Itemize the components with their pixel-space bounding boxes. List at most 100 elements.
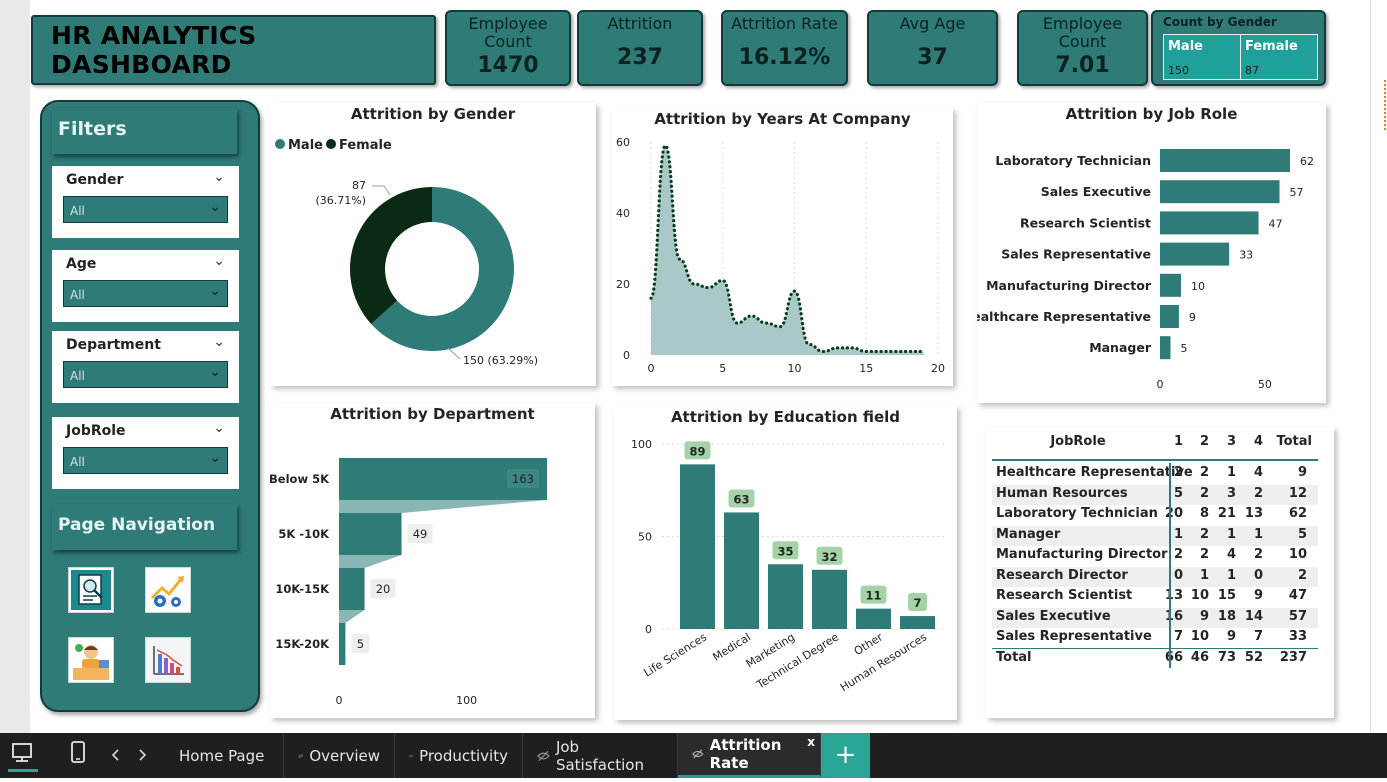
- data-label: 20: [376, 582, 391, 596]
- nav-button-attrition-rate[interactable]: [145, 637, 191, 683]
- column-header: 1: [1158, 434, 1183, 449]
- column-header: 2: [1184, 434, 1209, 449]
- chevron-down-icon[interactable]: ⌄: [213, 253, 225, 269]
- department-dropdown[interactable]: All ⌄: [63, 361, 228, 388]
- area-fill: [651, 146, 924, 355]
- chevron-down-icon: ⌄: [209, 450, 221, 466]
- desktop-view-button[interactable]: [0, 733, 42, 778]
- data-label: 33: [1239, 249, 1253, 262]
- funnel-connector: [339, 555, 402, 568]
- add-page-button[interactable]: +: [821, 733, 870, 778]
- age-dropdown[interactable]: All ⌄: [63, 280, 228, 307]
- dropdown-value: All: [70, 369, 85, 383]
- kpi-attrition-rate[interactable]: Attrition Rate 16.12%: [721, 10, 848, 86]
- attrition-by-education-card[interactable]: Attrition by Education field 10050089Lif…: [614, 406, 957, 720]
- data-label: 10: [1191, 280, 1205, 293]
- table-cell: 1: [1206, 465, 1236, 480]
- kpi-label: Attrition Rate: [723, 15, 846, 33]
- slicer-department[interactable]: Department ⌄ All ⌄: [52, 331, 239, 403]
- page-navigation-title: Page Navigation: [52, 504, 237, 550]
- nav-button-productivity[interactable]: [145, 567, 191, 613]
- tab-label: Overview: [309, 747, 380, 765]
- attrition-by-gender-chart: Male Female 87 (36.71%) 150 (63.29%): [270, 103, 596, 386]
- kpi-avg-age[interactable]: Avg Age 37: [867, 10, 998, 86]
- count-by-gender-card[interactable]: Count by Gender Male 150 Female 87: [1151, 10, 1326, 86]
- attrition-by-gender-card[interactable]: Attrition by Gender Male Female 87 (36.7…: [270, 103, 596, 386]
- table-cell: 47: [1267, 588, 1307, 603]
- close-tab-icon[interactable]: x: [807, 735, 815, 749]
- table-cell: 2: [1179, 465, 1209, 480]
- tab-job-satisfaction[interactable]: Job Satisfaction: [523, 733, 678, 778]
- table-cell: 10: [1267, 547, 1307, 562]
- kpi-employee-count-2[interactable]: Employee Count 7.01: [1017, 10, 1148, 86]
- bar: [1160, 243, 1229, 266]
- table-cell: 5: [1267, 527, 1307, 542]
- funnel-connector: [339, 500, 547, 513]
- data-label: 11: [865, 589, 881, 603]
- chevron-down-icon[interactable]: ⌄: [213, 420, 225, 436]
- bar-chart-decline-icon: [146, 638, 190, 682]
- nav-button-overview[interactable]: [68, 567, 114, 613]
- bar: [724, 512, 759, 629]
- attrition-by-department-card[interactable]: Attrition by Department Below 5K1635K -1…: [270, 403, 595, 718]
- kpi-label: Employee Count: [447, 15, 569, 51]
- y-tick-label: 20: [616, 278, 630, 291]
- tab-label: Home Page: [179, 747, 264, 765]
- chevron-down-icon: ⌄: [209, 199, 221, 215]
- chevron-down-icon[interactable]: ⌄: [213, 334, 225, 350]
- slice-label-female-pct: (36.71%): [315, 194, 366, 207]
- bar: [768, 564, 803, 629]
- mobile-view-button[interactable]: [57, 733, 99, 778]
- attrition-by-job-role-card[interactable]: Attrition by Job Role Laboratory Technic…: [977, 103, 1326, 403]
- category-label: Sales Representative: [1001, 247, 1151, 262]
- jobrole-dropdown[interactable]: All ⌄: [63, 447, 228, 474]
- slicer-jobrole[interactable]: JobRole ⌄ All ⌄: [52, 417, 239, 489]
- tab-attrition-rate[interactable]: Attrition Rate x: [678, 733, 821, 778]
- data-label: 32: [821, 550, 837, 564]
- previous-page-button[interactable]: [100, 733, 130, 778]
- hidden-eye-icon: [298, 749, 303, 763]
- table-cell: 4: [1206, 547, 1236, 562]
- kpi-employee-count[interactable]: Employee Count 1470: [445, 10, 571, 86]
- table-cell: 18: [1206, 609, 1236, 624]
- gender-dropdown[interactable]: All ⌄: [63, 196, 228, 223]
- hidden-eye-icon: [537, 749, 550, 763]
- table-cell: 21: [1206, 506, 1236, 521]
- tab-productivity[interactable]: Productivity: [395, 733, 523, 778]
- kpi-value: 16.12%: [723, 45, 846, 70]
- table-cell: 12: [1267, 486, 1307, 501]
- kpi-value: 37: [869, 45, 996, 70]
- table-cell: 9: [1267, 465, 1307, 480]
- count-by-gender-table: Male 150 Female 87: [1163, 34, 1318, 80]
- jobrole-matrix-card[interactable]: JobRole1234TotalHealthcare Representativ…: [986, 427, 1334, 718]
- slicer-label: Age: [66, 256, 96, 272]
- chevron-left-icon: [100, 733, 130, 778]
- slicer-gender[interactable]: Gender ⌄ All ⌄: [52, 166, 239, 238]
- nav-button-job-satisfaction[interactable]: [68, 637, 114, 683]
- tab-overview[interactable]: Overview: [284, 733, 395, 778]
- column-header: JobRole: [1028, 434, 1128, 449]
- table-cell: 237: [1267, 650, 1307, 665]
- column-header: 3: [1211, 434, 1236, 449]
- table-cell: 1: [1206, 527, 1236, 542]
- attrition-by-years-card[interactable]: Attrition by Years At Company 0510152060…: [612, 108, 953, 386]
- category-label: Sales Executive: [1041, 184, 1151, 199]
- next-page-button[interactable]: [128, 733, 158, 778]
- kpi-attrition[interactable]: Attrition 237: [577, 10, 703, 86]
- slicer-age[interactable]: Age ⌄ All ⌄: [52, 250, 239, 322]
- kpi-label: Attrition: [579, 15, 701, 33]
- table-cell: 2: [1179, 527, 1209, 542]
- tab-home-page[interactable]: Home Page: [165, 733, 284, 778]
- bar: [856, 609, 891, 629]
- slice-label-male: 150 (63.29%): [463, 354, 538, 367]
- chevron-down-icon[interactable]: ⌄: [213, 169, 225, 185]
- table-cell: 7: [1233, 629, 1263, 644]
- table-cell: 14: [1233, 609, 1263, 624]
- kpi-value: 237: [579, 45, 701, 70]
- data-label: 57: [1290, 186, 1304, 199]
- bar: [1160, 211, 1259, 234]
- legend-marker-female: [326, 139, 336, 149]
- jobrole-matrix: JobRole1234TotalHealthcare Representativ…: [986, 427, 1334, 718]
- y-tick-label: 40: [616, 207, 630, 220]
- category-label: 5K -10K: [278, 527, 330, 541]
